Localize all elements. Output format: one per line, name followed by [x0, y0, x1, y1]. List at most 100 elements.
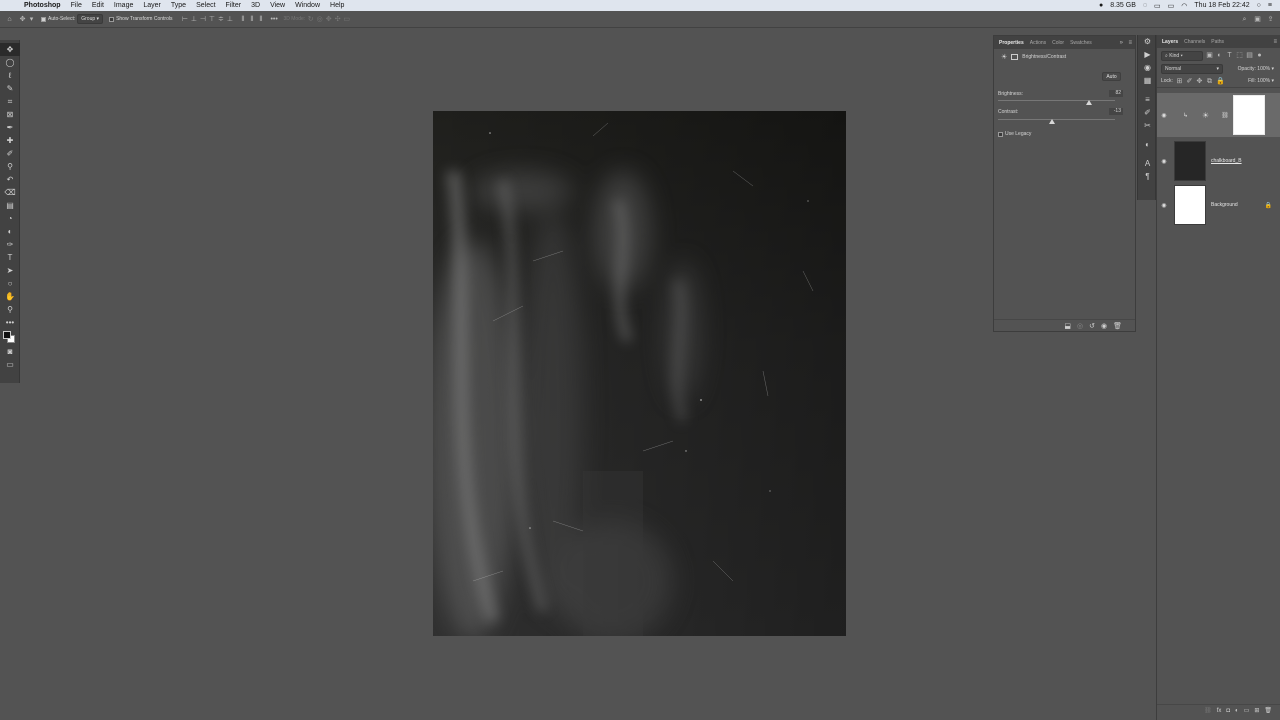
clock[interactable]: Thu 18 Feb 22:42	[1194, 2, 1249, 9]
swatches-panel-icon[interactable]: ▦	[1138, 74, 1157, 87]
align-left-icon[interactable]: ⊢	[181, 16, 188, 23]
3d-roll-icon[interactable]: ◎	[316, 16, 323, 23]
hand-tool-icon[interactable]: ✋	[0, 290, 20, 303]
navigator-icon[interactable]: ◐	[1138, 138, 1157, 151]
align-middle-v-icon[interactable]: ≑	[217, 16, 224, 23]
tab-color[interactable]: Color	[1052, 40, 1064, 46]
chain-link-icon[interactable]: ⛓	[1221, 112, 1229, 119]
menu-layer[interactable]: Layer	[138, 0, 166, 11]
auto-button[interactable]: Auto	[1102, 72, 1121, 81]
eyedropper-tool-icon[interactable]: ✒	[0, 121, 20, 134]
new-adjustment-icon[interactable]: ◐	[1235, 708, 1239, 714]
use-legacy-control[interactable]: Use Legacy	[998, 131, 1031, 137]
distribute-right-icon[interactable]: ⫴	[257, 16, 264, 23]
menu-view[interactable]: View	[265, 0, 290, 11]
visibility-eye-icon[interactable]: ◉	[1157, 112, 1171, 119]
reset-icon[interactable]: ↺	[1089, 322, 1095, 330]
quick-mask-icon[interactable]: ◙	[0, 345, 20, 358]
workspace-icon[interactable]: ▣	[1254, 16, 1261, 23]
zoom-tool-icon[interactable]: ⚲	[0, 303, 20, 316]
control-center-icon[interactable]: ≡	[1268, 2, 1272, 9]
use-legacy-checkbox[interactable]	[998, 131, 1003, 137]
magic-wand-tool-icon[interactable]: ✎	[0, 82, 20, 95]
add-mask-icon[interactable]: ◘	[1226, 708, 1230, 714]
filter-toggle-icon[interactable]: ●	[1256, 52, 1263, 59]
lock-icon[interactable]: 🔒	[1265, 202, 1272, 209]
align-top-icon[interactable]: ⊤	[208, 16, 215, 23]
layer-background[interactable]: ◉ Background 🔒	[1157, 183, 1280, 227]
menu-window[interactable]: Window	[290, 0, 325, 11]
share-icon[interactable]: ⇪	[1267, 16, 1274, 23]
move-tool-preset-icon[interactable]: ✥ ▾	[19, 16, 35, 23]
frame-tool-icon[interactable]: ⊠	[0, 108, 20, 121]
layer-thumbnail[interactable]	[1174, 141, 1206, 181]
fill-control[interactable]: Fill: 100% ▾	[1248, 78, 1274, 84]
type-tool-icon[interactable]: T	[0, 251, 20, 264]
align-bottom-icon[interactable]: ⊥	[226, 16, 233, 23]
lock-all-icon[interactable]: 🔒	[1216, 78, 1225, 85]
sync-icon[interactable]: ◌	[1143, 2, 1147, 9]
filter-pixel-icon[interactable]: ▣	[1206, 52, 1213, 59]
ellipse-tool-icon[interactable]: ○	[0, 277, 20, 290]
tab-properties[interactable]: Properties	[999, 40, 1024, 46]
distribute-center-icon[interactable]: ⫴	[248, 16, 255, 23]
menu-3d[interactable]: 3D	[246, 0, 265, 11]
history-brush-tool-icon[interactable]: ↶	[0, 173, 20, 186]
lock-image-icon[interactable]: ✐	[1186, 78, 1193, 85]
visibility-toggle-icon[interactable]: ◉	[1101, 322, 1107, 330]
visibility-eye-icon[interactable]: ◉	[1157, 158, 1171, 165]
blend-mode-dropdown[interactable]: Normal ▾	[1161, 64, 1223, 74]
dodge-tool-icon[interactable]: ◐	[0, 225, 20, 238]
menu-select[interactable]: Select	[191, 0, 220, 11]
crop-tool-icon[interactable]: ⌗	[0, 95, 20, 108]
eraser-tool-icon[interactable]: ⌫	[0, 186, 20, 199]
menu-filter[interactable]: Filter	[221, 0, 247, 11]
opacity-control[interactable]: Opacity: 100% ▾	[1238, 66, 1274, 72]
menu-help[interactable]: Help	[325, 0, 349, 11]
brightness-value-field[interactable]: 82	[1109, 90, 1123, 97]
view-previous-icon[interactable]: ◎	[1077, 322, 1083, 330]
delete-adjustment-icon[interactable]: 🗑	[1113, 322, 1122, 330]
visibility-eye-icon[interactable]: ◉	[1157, 202, 1171, 209]
filter-kind-dropdown[interactable]: ⌕ Kind ▾	[1161, 50, 1203, 61]
healing-brush-tool-icon[interactable]: ✚	[0, 134, 20, 147]
layer-chalkboard[interactable]: ◉ chalkboard_B	[1157, 139, 1280, 183]
edit-toolbar-icon[interactable]: •••	[0, 316, 20, 329]
contrast-value-field[interactable]: -13	[1109, 108, 1123, 115]
screen-mode-icon[interactable]: ▭	[0, 358, 20, 371]
battery-icon[interactable]: ▭	[1168, 2, 1175, 10]
display-icon[interactable]: ▭	[1154, 2, 1161, 10]
marquee-tool-icon[interactable]: ◯	[0, 56, 20, 69]
auto-select-dropdown[interactable]: Group ▾	[77, 14, 104, 24]
filter-adjustment-icon[interactable]: ◐	[1216, 52, 1223, 59]
actions-panel-icon[interactable]: ▶	[1138, 48, 1157, 61]
search-icon[interactable]: ⌕	[1241, 16, 1248, 23]
pen-tool-icon[interactable]: ✑	[0, 238, 20, 251]
layer-name[interactable]: chalkboard_B	[1211, 158, 1242, 164]
wifi-icon[interactable]: ◠	[1181, 2, 1187, 10]
show-transform-checkbox[interactable]	[109, 16, 115, 22]
tab-paths[interactable]: Paths	[1211, 39, 1224, 45]
lock-position-icon[interactable]: ✥	[1196, 78, 1203, 85]
fill-value[interactable]: 100%	[1257, 78, 1270, 84]
layer-mask-thumbnail[interactable]	[1232, 95, 1265, 135]
document-canvas[interactable]	[433, 111, 846, 636]
gradient-tool-icon[interactable]: ▤	[0, 199, 20, 212]
panel-menu-icon[interactable]: ≡	[1128, 40, 1132, 46]
properties-panel-icon[interactable]: ⚙	[1138, 35, 1157, 48]
filter-type-icon[interactable]: T	[1226, 52, 1233, 59]
filter-smart-icon[interactable]: ▤	[1246, 52, 1253, 59]
3d-slide-icon[interactable]: ✣	[334, 16, 341, 23]
mask-icon[interactable]	[1011, 54, 1019, 60]
tab-swatches[interactable]: Swatches	[1070, 40, 1092, 46]
menu-app-name[interactable]: Photoshop	[19, 0, 66, 11]
new-layer-icon[interactable]: ⊞	[1254, 707, 1259, 714]
contrast-slider-track[interactable]	[998, 119, 1115, 120]
link-layers-icon[interactable]: ⛓	[1204, 707, 1212, 714]
layer-style-icon[interactable]: fx	[1217, 708, 1222, 714]
more-options-icon[interactable]: •••	[270, 16, 277, 23]
foreground-color-swatch[interactable]	[3, 331, 11, 339]
opacity-value[interactable]: 100%	[1257, 66, 1270, 72]
path-selection-tool-icon[interactable]: ➤	[0, 264, 20, 277]
character-panel-icon[interactable]: A	[1138, 157, 1157, 170]
